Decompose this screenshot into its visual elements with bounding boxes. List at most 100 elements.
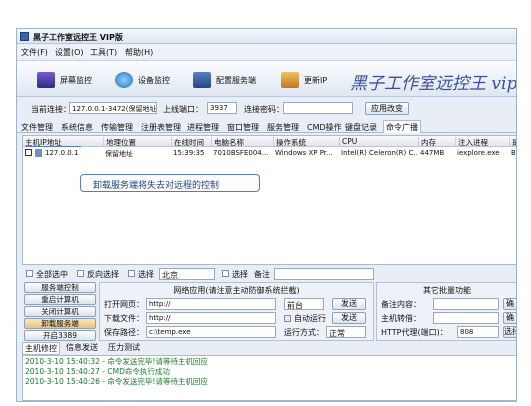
open-mode-dropdown[interactable]: 前台	[284, 298, 324, 310]
proxy-select-button[interactable]: 选择	[503, 326, 516, 338]
host-confirm-button[interactable]: 确	[503, 312, 516, 324]
cell-inject-process: iexplore.exe	[457, 149, 500, 157]
tab-service[interactable]: 服务管理	[267, 122, 299, 133]
current-connection-field[interactable]: 127.0.0.1-3472(保留地址	[69, 102, 157, 114]
col-time[interactable]: 在线时间	[171, 137, 204, 147]
menu-settings[interactable]: 设置(O)	[55, 47, 84, 58]
current-connection-label: 当前连接：	[31, 105, 71, 114]
menu-file[interactable]: 文件(F)	[21, 47, 48, 58]
cell-time: 15:39:35	[173, 149, 205, 157]
note-select-label: 选择	[232, 270, 248, 279]
webcam-icon	[115, 72, 133, 88]
tab-system-info[interactable]: 系统信息	[61, 122, 93, 133]
invert-checkbox[interactable]	[77, 270, 84, 277]
note-confirm-button[interactable]: 确	[503, 298, 516, 310]
tab-file-manager[interactable]: 文件管理	[21, 122, 53, 133]
http-proxy-field[interactable]: 808	[457, 326, 499, 338]
auto-run-checkbox[interactable]	[284, 315, 291, 322]
restart-button[interactable]: 重启计算机	[24, 294, 96, 305]
connection-bar: 当前连接： 127.0.0.1-3472(保留地址 上线端口： 3937 连接密…	[17, 100, 516, 117]
batch-panel: 其它批量功能 备注内容： 确 主机转借： 确 HTTP代理(端口)： 808 选…	[376, 282, 516, 341]
host-transfer-field[interactable]	[433, 312, 499, 324]
server-control-button[interactable]: 服务端控制	[24, 282, 96, 293]
host-list-header: 主机IP地址 地理位置 在线时间 电脑名称 操作系统 CPU 内存 注入进程 是	[23, 136, 516, 147]
screen-monitor-label: 屏幕监控	[60, 75, 92, 85]
col-inject-process[interactable]: 注入进程	[455, 137, 488, 147]
tab-registry[interactable]: 注册表管理	[141, 122, 181, 133]
update-icon	[281, 72, 299, 88]
menu-tools[interactable]: 工具(T)	[90, 47, 117, 58]
update-ip-button[interactable]: 更新IP	[281, 69, 327, 91]
brand-banner: 黑子工作室远控王 vip	[350, 74, 517, 94]
tab-process[interactable]: 进程管理	[187, 122, 219, 133]
save-path-field[interactable]: c:\temp.exe	[146, 326, 276, 338]
cell-extra: B	[511, 149, 516, 157]
col-extra[interactable]: 是	[509, 137, 516, 147]
cell-memory: 447MB	[420, 149, 445, 157]
table-row[interactable]: 127.0.0.1 保留地址 15:39:35 7010BSFE004... W…	[23, 148, 516, 159]
apply-change-button[interactable]: 应用改变	[365, 102, 409, 115]
run-mode-dropdown[interactable]: 正常	[326, 326, 366, 338]
col-cpu[interactable]: CPU	[339, 137, 357, 147]
enable-3389-button[interactable]: 开启3389	[24, 330, 96, 341]
online-port-label: 上线端口：	[163, 105, 203, 114]
region-checkbox[interactable]	[128, 270, 135, 277]
main-window: 黑子工作室远控王 VIP版 文件(F) 设置(O) 工具(T) 帮助(H) 屏幕…	[16, 28, 517, 402]
select-all-checkbox[interactable]	[26, 270, 33, 277]
log-line: 2010-3-10 15:40:32 - 命令发送完毕!请等待主机回应	[25, 357, 208, 366]
device-monitor-button[interactable]: 设备监控	[115, 69, 170, 91]
monitor-icon	[37, 72, 55, 88]
download-url-field[interactable]: http://	[146, 312, 276, 324]
online-port-field[interactable]: 3937	[207, 102, 237, 114]
tab-window[interactable]: 窗口管理	[227, 122, 259, 133]
cell-os: Windows XP Pr...	[275, 149, 333, 157]
tab-cmd[interactable]: CMD操作	[307, 122, 342, 133]
log-panel: 2010-3-10 15:40:32 - 命令发送完毕!请等待主机回应 2010…	[22, 355, 516, 401]
save-path-label: 保存路径：	[104, 328, 144, 337]
network-panel: 网络应用(请注意主动防御系统拦截) 打开网页： http:// 前台 发送 下载…	[99, 282, 374, 341]
tab-host-control[interactable]: 主机修控	[22, 342, 60, 355]
uninstall-server-button[interactable]: 卸载服务端	[24, 318, 96, 329]
col-os[interactable]: 操作系统	[273, 137, 306, 147]
uninstall-tooltip: 卸载服务端将失去对远程的控制	[80, 174, 260, 192]
send-url-button[interactable]: 发送	[332, 298, 366, 310]
note-field[interactable]	[274, 268, 374, 280]
run-mode-label: 运行方式：	[284, 328, 324, 337]
screen-monitor-button[interactable]: 屏幕监控	[37, 69, 92, 91]
window-title: 黑子工作室远控王 VIP版	[33, 33, 123, 42]
send-download-button[interactable]: 发送	[332, 312, 366, 324]
selection-bar: 全部选中 反向选择 选择 北京 选择 备注	[22, 267, 516, 280]
note-content-field[interactable]	[433, 298, 499, 310]
cell-ip: 127.0.0.1	[45, 149, 79, 157]
col-name[interactable]: 电脑名称	[211, 137, 244, 147]
note-checkbox[interactable]	[222, 270, 229, 277]
cell-name: 7010BSFE004...	[213, 149, 269, 157]
shutdown-button[interactable]: 关闭计算机	[24, 306, 96, 317]
password-field[interactable]	[283, 102, 353, 114]
region-select-label: 选择	[138, 270, 154, 279]
cell-cpu: Intel(R) Celeron(R) C...	[341, 149, 417, 157]
toolbar: 屏幕监控 设备监控 配置服务端 更新IP 黑子工作室远控王 vip	[17, 60, 516, 97]
config-server-label: 配置服务端	[216, 75, 256, 85]
computer-icon	[35, 149, 42, 157]
select-all-label: 全部选中	[36, 270, 68, 279]
tooltip-pointer	[26, 146, 81, 147]
tab-transfer[interactable]: 传输管理	[101, 122, 133, 133]
tab-stress-test[interactable]: 压力测试	[106, 342, 142, 353]
region-dropdown[interactable]: 北京	[159, 268, 215, 280]
log-line: 2010-3-10 15:40:27 - CMD命令执行成功	[25, 367, 170, 376]
config-server-button[interactable]: 配置服务端	[193, 69, 256, 91]
tab-broadcast[interactable]: 命令广播	[383, 120, 421, 133]
tab-keylogger[interactable]: 键盘记录	[345, 122, 377, 133]
col-memory[interactable]: 内存	[418, 137, 436, 147]
network-panel-title: 网络应用(请注意主动防御系统拦截)	[173, 286, 300, 295]
col-location[interactable]: 地理位置	[103, 137, 136, 147]
open-url-field[interactable]: http://	[146, 298, 276, 310]
row-checkbox[interactable]	[25, 149, 32, 156]
download-label: 下载文件：	[104, 314, 144, 323]
menu-help[interactable]: 帮助(H)	[125, 47, 153, 58]
title-bar: 黑子工作室远控王 VIP版	[17, 29, 516, 44]
tab-message-send[interactable]: 信息发送	[64, 342, 100, 353]
menu-bar: 文件(F) 设置(O) 工具(T) 帮助(H)	[17, 45, 516, 58]
cell-location: 保留地址	[105, 150, 133, 158]
